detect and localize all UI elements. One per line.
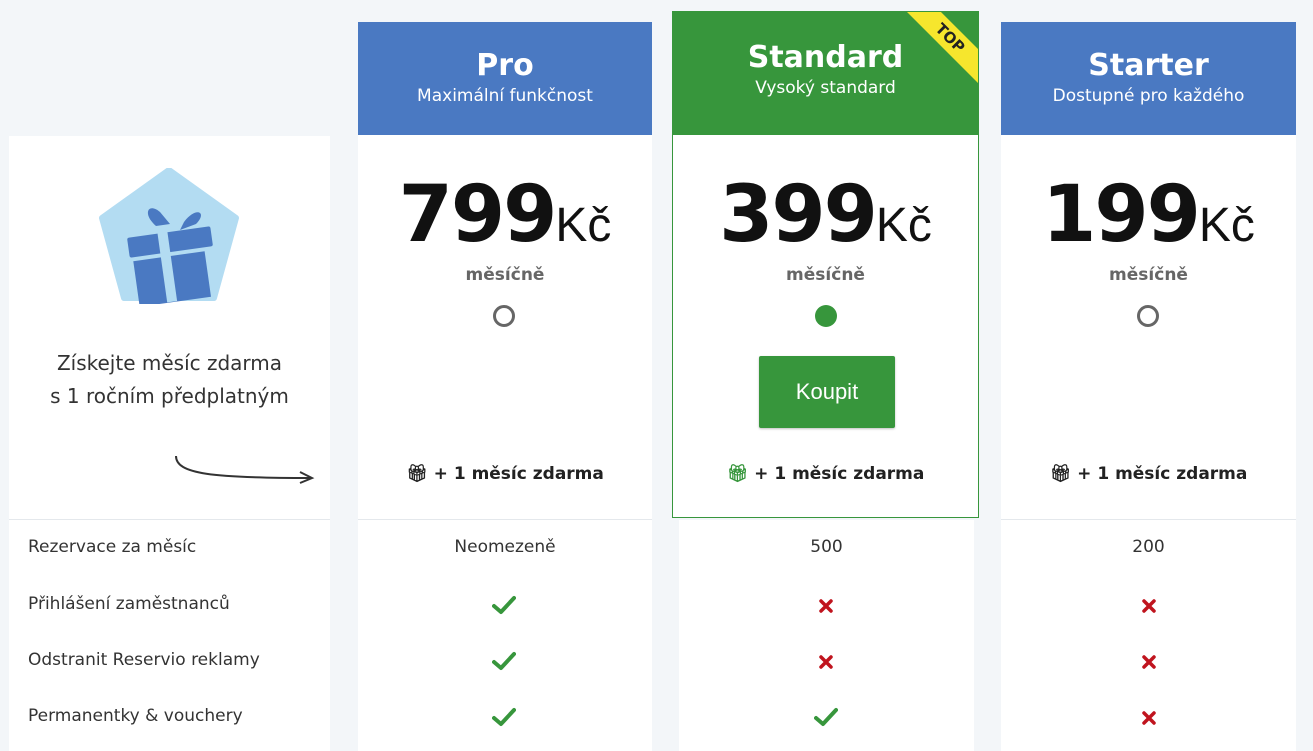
plan-name: Pro [476, 48, 534, 83]
check-icon [492, 652, 516, 670]
plan-name: Standard [747, 40, 904, 75]
cross-icon [1142, 711, 1156, 725]
plan-period: měsíčně [786, 265, 865, 285]
promo-line-2: s 1 ročním předplatným [50, 384, 289, 408]
cross-icon [1142, 599, 1156, 613]
plan-radio-starter[interactable] [1137, 305, 1159, 327]
price-currency: Kč [555, 199, 612, 252]
plan-bonus: 🎁︎ + 1 měsíc zdarma [673, 464, 978, 484]
feature-value: 200 [1132, 537, 1165, 557]
plan-subtitle: Dostupné pro každého [1052, 86, 1245, 106]
price-currency: Kč [1198, 199, 1255, 252]
gift-badge-icon [99, 168, 239, 304]
feature-label: Rezervace za měsíc [28, 537, 197, 557]
price-amount: 799 [398, 170, 558, 260]
price-amount: 199 [1042, 170, 1201, 260]
arrow-right-icon [175, 455, 315, 484]
gift-icon: 🎁︎ [726, 464, 749, 484]
buy-button[interactable]: Koupit [759, 356, 895, 428]
plan-subtitle: Maximální funkčnost [417, 86, 593, 106]
gift-icon: 🎁︎ [406, 464, 428, 484]
promo-text: Získejte měsíc zdarma s 1 ročním předpla… [9, 347, 330, 413]
plan-period: měsíčně [465, 265, 545, 285]
plan-subtitle: Vysoký standard [755, 78, 896, 98]
bonus-text: + 1 měsíc zdarma [1077, 464, 1248, 484]
feature-value: 500 [810, 537, 843, 557]
feature-label: Permanentky & vouchery [28, 706, 243, 726]
bonus-text: + 1 měsíc zdarma [433, 464, 604, 484]
gift-icon: 🎁︎ [1049, 464, 1072, 484]
cross-icon [819, 655, 833, 669]
feature-label: Přihlášení zaměstnanců [28, 594, 230, 614]
plan-header-standard: Standard Vysoký standard TOP [673, 12, 978, 135]
bonus-text: + 1 měsíc zdarma [754, 464, 925, 484]
check-icon [814, 708, 838, 726]
promo-line-1: Získejte měsíc zdarma [56, 351, 283, 375]
plan-name: Starter [1088, 48, 1209, 83]
plan-header-pro: Pro Maximální funkčnost [358, 22, 652, 135]
price-currency: Kč [875, 199, 932, 252]
plan-radio-pro[interactable] [493, 305, 515, 327]
plan-header-starter: Starter Dostupné pro každého [1001, 22, 1296, 135]
price-amount: 399 [719, 170, 878, 260]
cross-icon [819, 599, 833, 613]
check-icon [492, 596, 516, 614]
plan-period: měsíčně [1109, 265, 1188, 285]
plan-bonus: 🎁︎ + 1 měsíc zdarma [1001, 464, 1296, 484]
check-icon [492, 708, 516, 726]
cross-icon [1142, 655, 1156, 669]
feature-value: Neomezeně [454, 537, 556, 557]
plan-radio-standard[interactable] [815, 305, 837, 327]
feature-label: Odstranit Reservio reklamy [28, 650, 260, 670]
plan-bonus: 🎁︎ + 1 měsíc zdarma [358, 464, 652, 484]
